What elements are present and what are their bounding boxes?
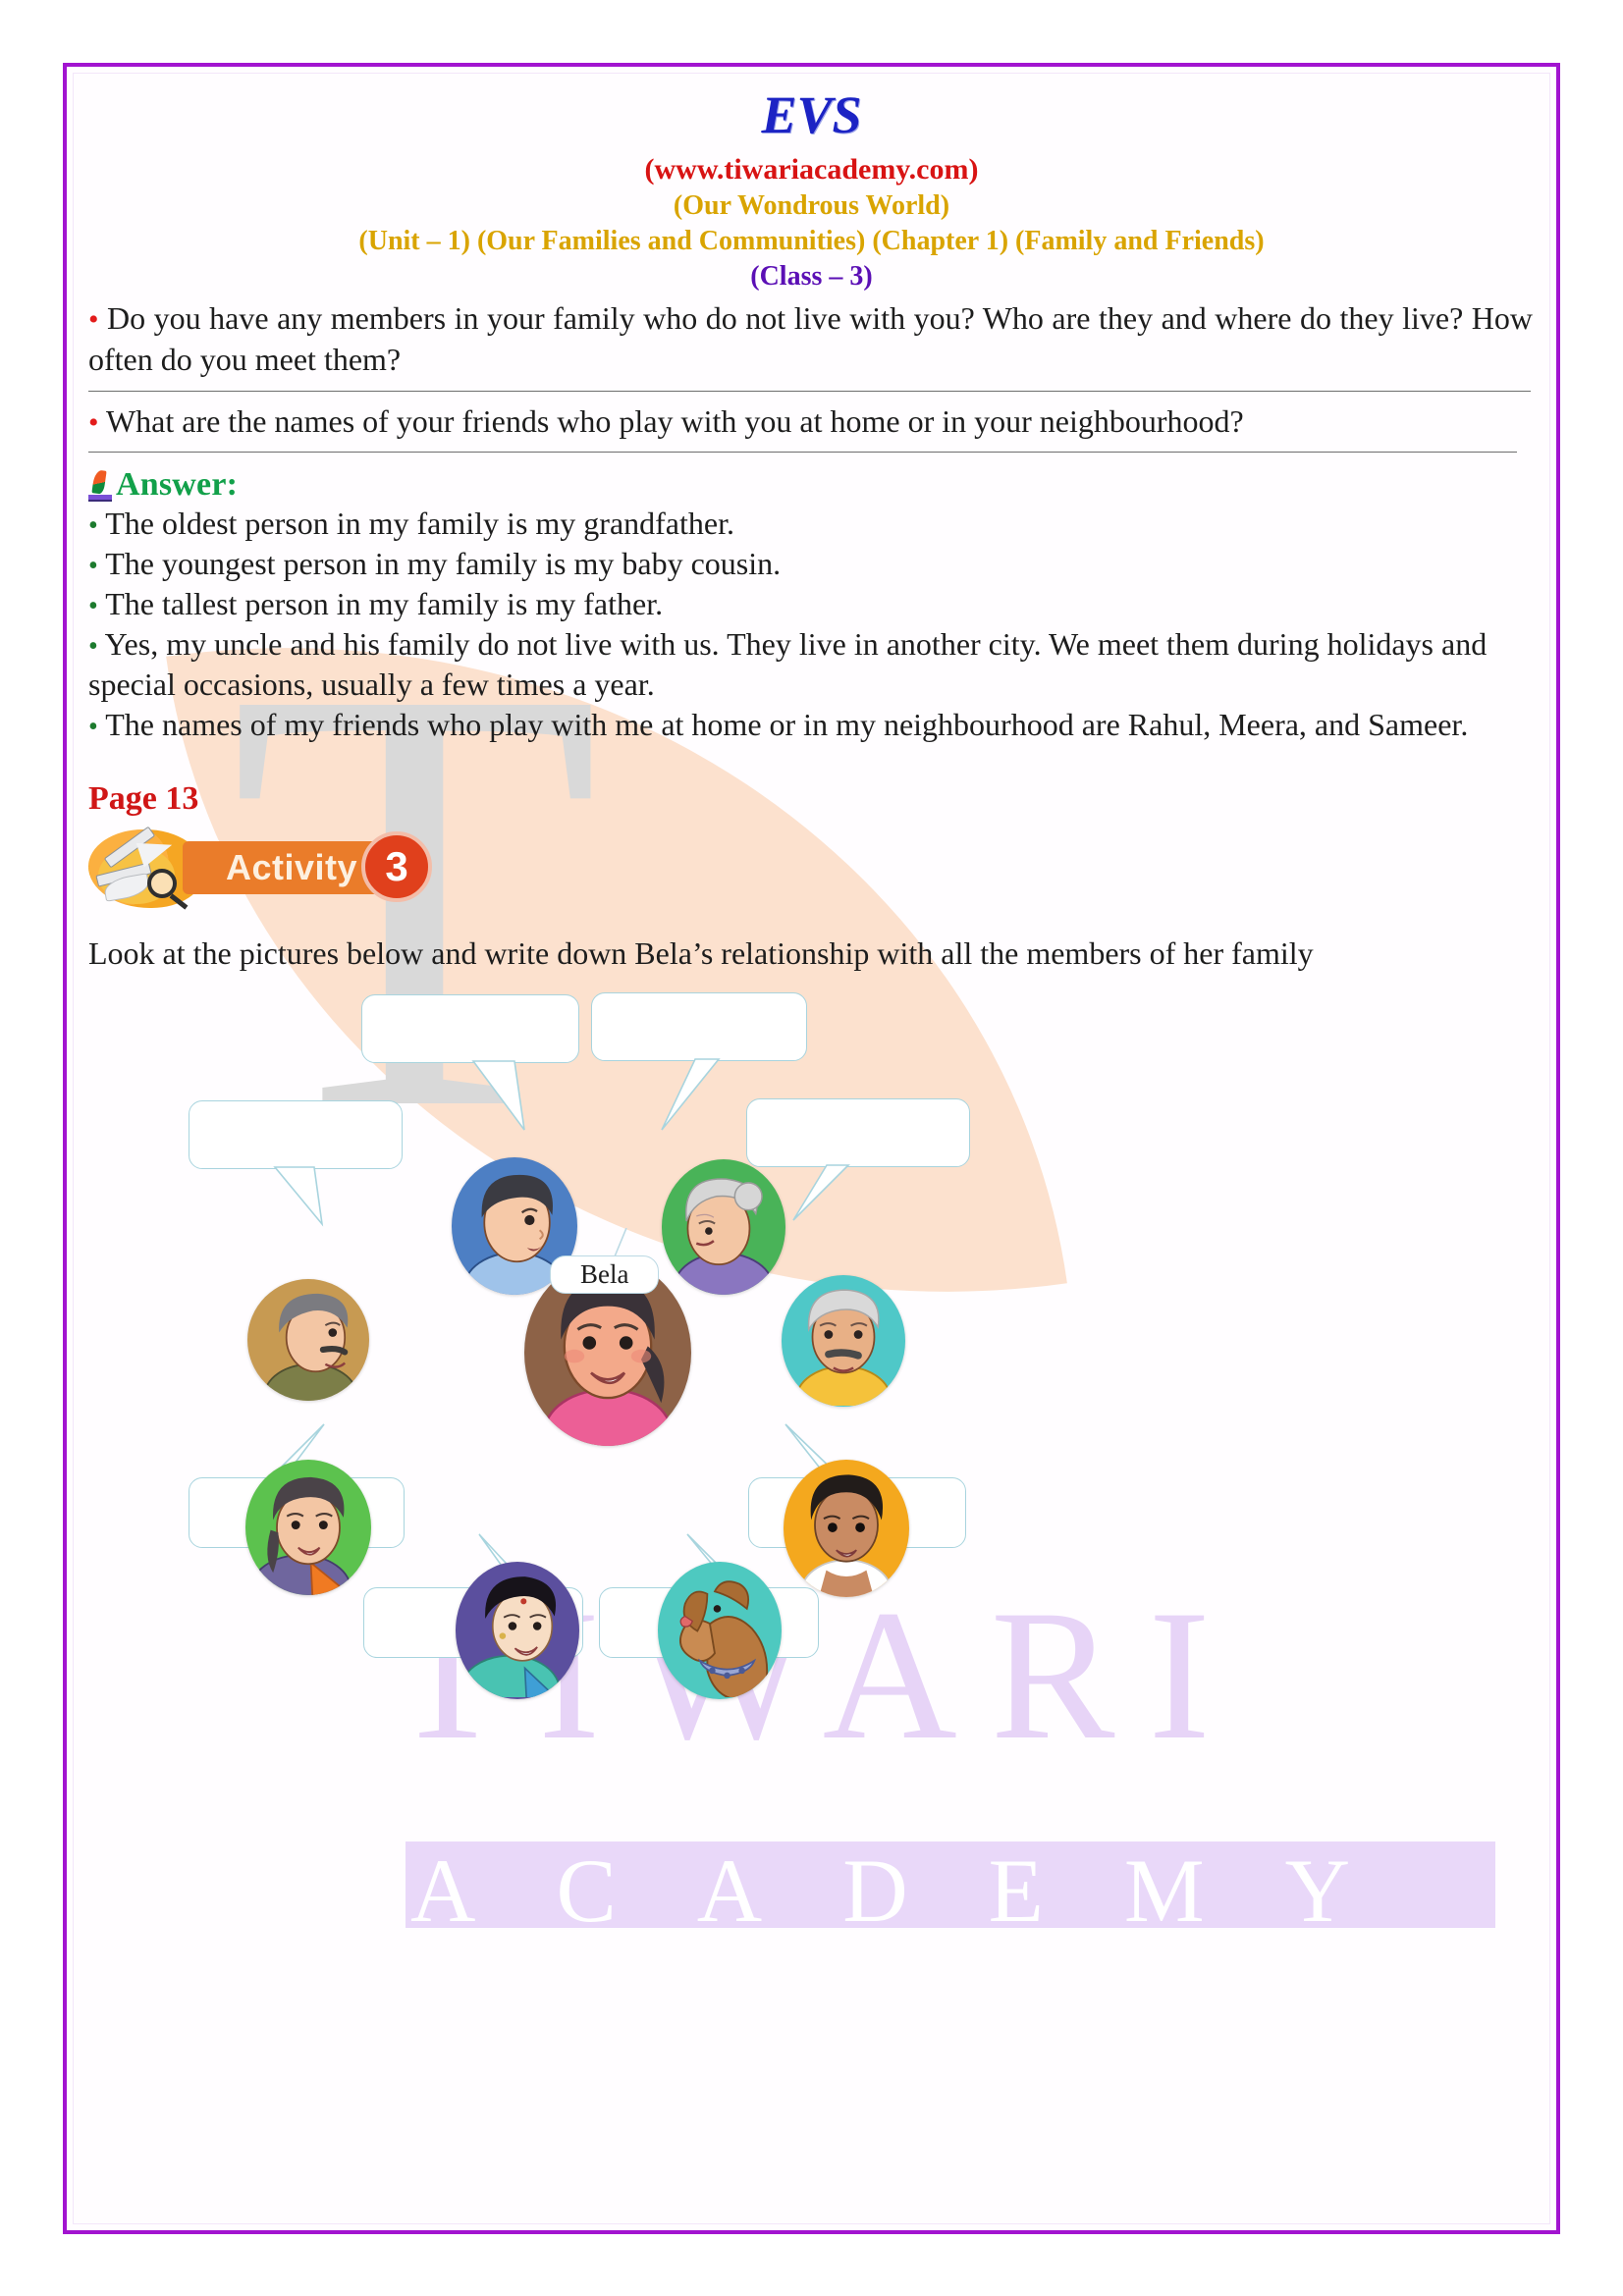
document-page: T TIWARI ACADEMY EVS (www.tiwariacademy.… — [63, 63, 1560, 2234]
book-title: (Our Wondrous World) — [673, 190, 950, 222]
page-marker: Page 13 — [88, 779, 199, 817]
bubble-tail — [650, 1057, 721, 1134]
answer-item-text: The names of my friends who play with me… — [105, 706, 1469, 742]
young-boy-portrait — [784, 1459, 909, 1597]
answer-item: • Yes, my uncle and his family do not li… — [81, 624, 1542, 705]
answer-bubble-brother[interactable] — [361, 993, 579, 1063]
bullet-icon: • — [88, 510, 98, 542]
bullet-icon: • — [88, 631, 98, 663]
dog-portrait — [658, 1561, 782, 1699]
website-link[interactable]: (www.tiwariacademy.com) — [81, 141, 1542, 188]
magnifier-icon — [147, 868, 177, 898]
bubble-tail — [273, 1165, 344, 1228]
bela-name-tag: Bela — [550, 1255, 660, 1294]
bullet-icon: • — [88, 405, 99, 439]
bubble-tail — [471, 1059, 542, 1134]
answer-item-text: Yes, my uncle and his family do not live… — [88, 626, 1488, 703]
quill-pen-icon — [88, 468, 114, 503]
bullet-icon: • — [88, 551, 98, 582]
page-content: EVS (www.tiwariacademy.com) (Our Wondrou… — [67, 67, 1556, 1793]
unit-chapter-line: (Unit – 1) (Our Families and Communities… — [358, 226, 1265, 257]
activity-number-badge: 3 — [361, 830, 432, 902]
question-2-text: What are the names of your friends who p… — [105, 402, 1244, 439]
question-1-text: Do you have any members in your family w… — [88, 300, 1534, 378]
bullet-icon: • — [88, 303, 99, 337]
answer-item-text: The youngest person in my family is my b… — [105, 546, 782, 582]
answer-item-text: The oldest person in my family is my gra… — [105, 506, 734, 542]
activity-banner: Activity 3 — [88, 826, 481, 910]
aunt-purple-portrait — [456, 1561, 579, 1699]
grandfather-left-portrait — [247, 1278, 369, 1401]
answer-item: • The names of my friends who play with … — [81, 705, 1542, 745]
answer-bubble-grandfather-left[interactable] — [189, 1099, 403, 1169]
answer-label: Answer: — [116, 466, 239, 504]
bubble-tail — [785, 1163, 850, 1224]
watermark-brand-bottom: ACADEMY — [410, 1841, 1432, 1941]
answer-bubble-grandmother[interactable] — [591, 991, 807, 1061]
question-1: • Do you have any members in your family… — [81, 294, 1542, 380]
activity-label: Activity — [226, 846, 358, 887]
question-2: • What are the names of your friends who… — [81, 398, 1542, 443]
activity-instruction: Look at the pictures below and write dow… — [88, 934, 1314, 971]
answer-item: • The youngest person in my family is my… — [81, 544, 1542, 584]
bullet-icon: • — [88, 591, 98, 622]
answer-item: • The tallest person in my family is my … — [81, 584, 1542, 624]
bullet-icon: • — [88, 711, 98, 742]
page-title: EVS — [761, 85, 862, 144]
answer-item-text: The tallest person in my family is my fa… — [105, 586, 664, 622]
answer-bubble-grandfather-right[interactable] — [746, 1097, 970, 1167]
class-line: (Class – 3) — [750, 261, 873, 293]
family-relationship-diagram: Bela — [81, 988, 1550, 1793]
mother-green-portrait — [245, 1459, 371, 1595]
answer-heading: Answer: — [81, 458, 1542, 504]
answer-line-1 — [88, 390, 1531, 392]
answer-line-2 — [88, 452, 1517, 454]
watermark-band — [406, 1842, 1495, 1928]
answer-item: • The oldest person in my family is my g… — [81, 504, 1542, 544]
grandfather-right-portrait — [782, 1274, 905, 1407]
